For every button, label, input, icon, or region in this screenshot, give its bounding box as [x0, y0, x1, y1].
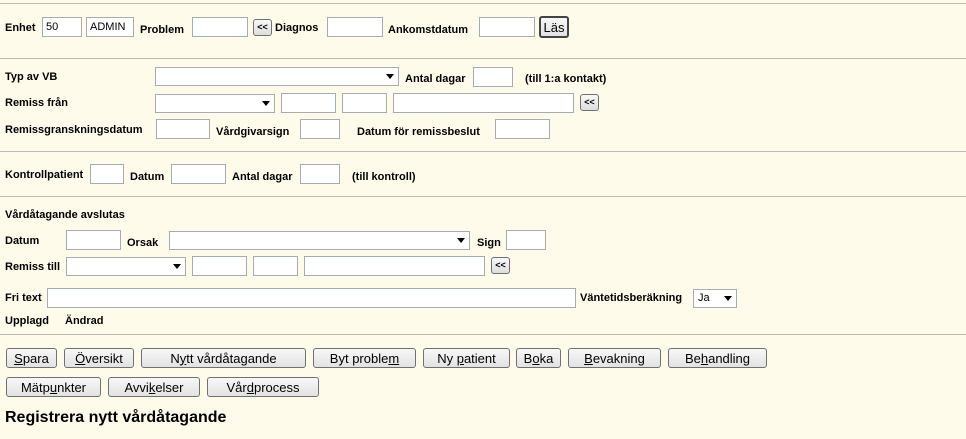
problem-back-icon[interactable]: <<: [253, 19, 272, 36]
remiss-till-field-2[interactable]: [253, 256, 298, 276]
remiss-till-field-1[interactable]: [192, 256, 247, 276]
sign-field[interactable]: [506, 230, 546, 250]
page-title: Registrera nytt vårdåtagande: [5, 409, 227, 426]
upplagd-label: Upplagd: [5, 315, 49, 327]
vardprocess-button[interactable]: Vårdprocess: [207, 377, 319, 397]
behandling-button[interactable]: Behandling: [668, 348, 767, 368]
remiss-fran-back-icon[interactable]: <<: [580, 94, 599, 111]
spara-button[interactable]: Spara: [6, 348, 57, 368]
divider-1: [0, 58, 966, 59]
ankomstdatum-field[interactable]: [479, 17, 535, 37]
chevron-down-icon: [262, 101, 270, 106]
bevakning-button[interactable]: Bevakning: [568, 348, 661, 368]
remiss-fran-select[interactable]: [155, 94, 275, 113]
remiss-fran-field-3[interactable]: [393, 93, 574, 113]
till-kontakt-note: (till 1:a kontakt): [525, 73, 607, 85]
ankomstdatum-label: Ankomstdatum: [388, 24, 469, 36]
vantetidsberakning-label: Väntetidsberäkning: [580, 292, 683, 304]
remiss-till-select[interactable]: [66, 257, 186, 276]
kontrollpatient-field[interactable]: [90, 164, 124, 184]
admin-field[interactable]: ADMIN: [86, 17, 134, 37]
orsak-label: Orsak: [127, 237, 159, 249]
datum-remissbeslut-label: Datum för remissbeslut: [357, 126, 480, 138]
divider-3: [0, 196, 966, 197]
chevron-down-icon: [724, 296, 732, 301]
typ-av-vb-label: Typ av VB: [5, 71, 58, 83]
divider-2: [0, 151, 966, 152]
datum-label: Datum: [130, 171, 165, 183]
chevron-down-icon: [457, 238, 465, 243]
ny-patient-button[interactable]: Ny patient: [423, 348, 510, 368]
vardgivarsign-label: Vårdgivarsign: [216, 126, 290, 138]
nytt-vardatagande-button[interactable]: Nytt vårdåtagande: [141, 348, 306, 368]
vantetidsberakning-select[interactable]: Ja: [693, 289, 737, 308]
till-kontroll-note: (till kontroll): [352, 171, 416, 183]
remissgranskningsdatum-label: Remissgranskningsdatum: [5, 124, 143, 136]
avslut-datum-field[interactable]: [66, 230, 121, 250]
las-button[interactable]: Läs: [539, 16, 569, 38]
remiss-till-label: Remiss till: [5, 261, 61, 273]
problem-label: Problem: [140, 24, 185, 36]
oversikt-button[interactable]: Översikt: [64, 348, 134, 368]
remiss-fran-field-2[interactable]: [342, 93, 387, 113]
kontroll-antal-dagar-field[interactable]: [300, 164, 340, 184]
antal-dagar-label: Antal dagar: [405, 73, 466, 85]
avvikelser-button[interactable]: Avvikelser: [108, 377, 200, 397]
byt-problem-button[interactable]: Byt problem: [313, 348, 416, 368]
enhet-label: Enhet: [5, 22, 36, 34]
antal-dagar-field[interactable]: [473, 67, 513, 87]
divider-top: [0, 3, 966, 4]
datum-remissbeslut-field[interactable]: [495, 119, 550, 139]
vardgivarsign-field[interactable]: [300, 119, 340, 139]
vardatagande-avslutas-heading: Vårdåtagande avslutas: [5, 209, 125, 221]
matpunkter-button[interactable]: Mätpunkter: [6, 377, 101, 397]
orsak-select[interactable]: [169, 231, 470, 250]
avslut-datum-label: Datum: [5, 235, 40, 247]
typ-av-vb-select[interactable]: [155, 67, 399, 86]
enhet-field[interactable]: 50: [42, 17, 82, 37]
antal-dagar-label: Antal dagar: [232, 171, 293, 183]
vantetid-value: Ja: [698, 292, 710, 304]
chevron-down-icon: [173, 264, 181, 269]
andrad-label: Ändrad: [65, 315, 104, 327]
remiss-fran-label: Remiss från: [5, 97, 68, 109]
remiss-till-field-3[interactable]: [304, 256, 485, 276]
fri-text-field[interactable]: [47, 288, 576, 308]
divider-4: [0, 334, 966, 335]
boka-button[interactable]: Boka: [516, 348, 561, 368]
chevron-down-icon: [386, 74, 394, 79]
kontroll-datum-field[interactable]: [171, 164, 226, 184]
problem-field[interactable]: [192, 17, 248, 37]
diagnos-field[interactable]: [327, 17, 383, 37]
fri-text-label: Fri text: [5, 292, 42, 304]
kontrollpatient-label: Kontrollpatient: [5, 169, 84, 181]
sign-label: Sign: [477, 237, 501, 249]
remissgranskningsdatum-field[interactable]: [156, 119, 210, 139]
remiss-fran-field-1[interactable]: [281, 93, 336, 113]
diagnos-label: Diagnos: [275, 22, 319, 34]
remiss-till-back-icon[interactable]: <<: [491, 257, 510, 274]
